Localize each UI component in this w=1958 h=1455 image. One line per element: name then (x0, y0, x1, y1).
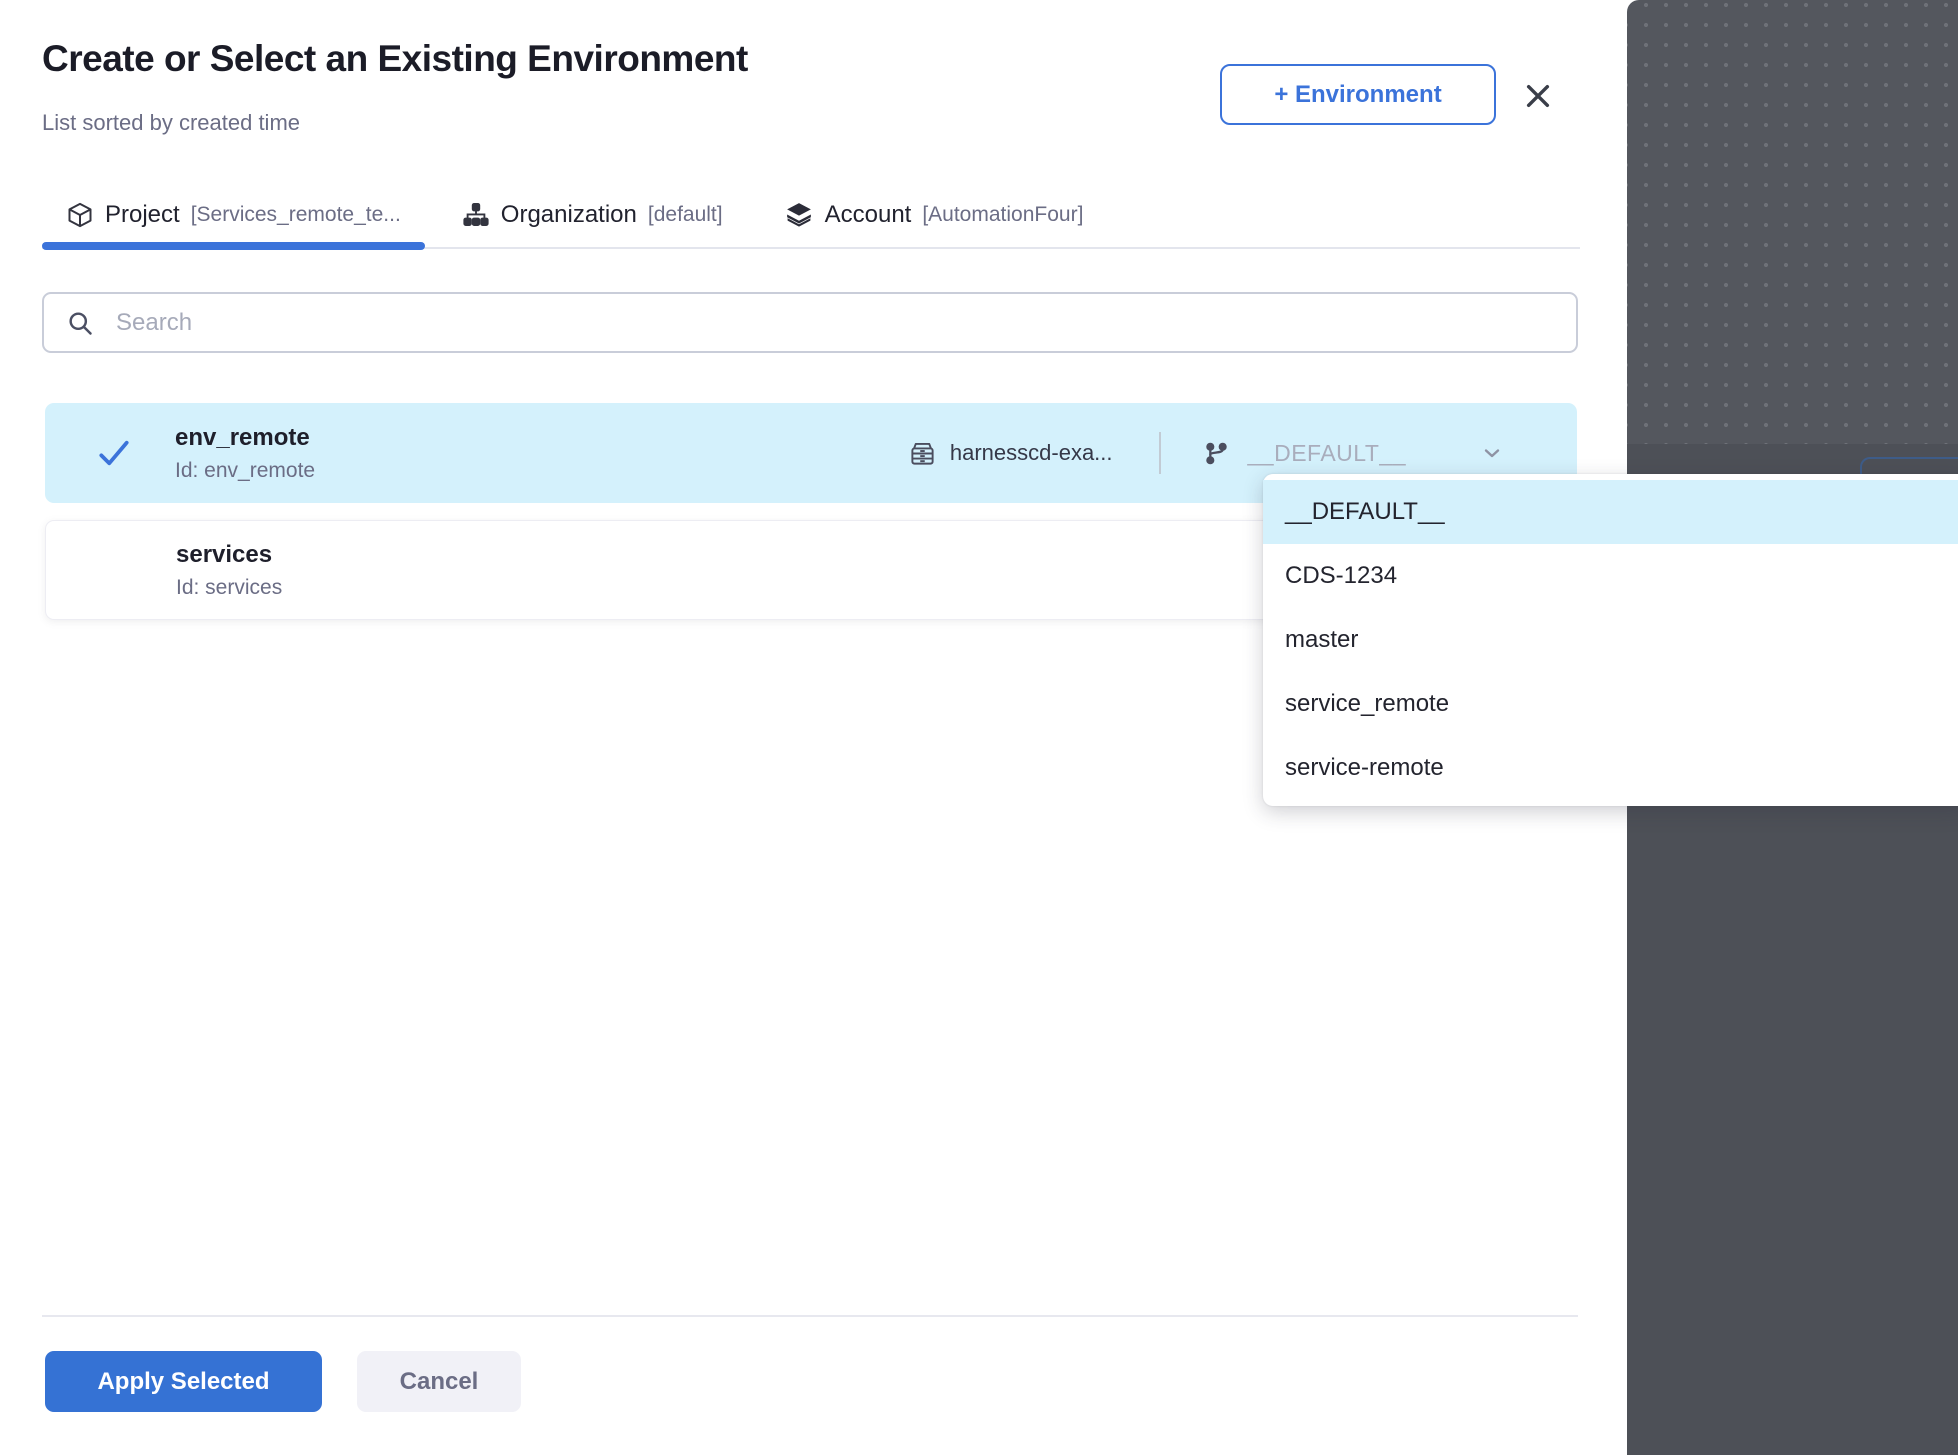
close-icon (1522, 80, 1554, 112)
screen: Sav Create or Select an Existing Environ… (0, 0, 1958, 1455)
tab-project-label: Project (105, 201, 180, 229)
tab-account-label: Account (825, 201, 912, 229)
chevron-down-icon (1480, 441, 1504, 465)
branch-dropdown-menu: __DEFAULT__ CDS-1234 master service_remo… (1263, 474, 1958, 806)
git-branch-icon (1203, 440, 1230, 467)
canvas-dot-grid (1627, 0, 1958, 444)
tab-organization-label: Organization (501, 201, 637, 229)
modal-title: Create or Select an Existing Environment (42, 38, 748, 80)
environment-name: services (176, 541, 282, 569)
cancel-button[interactable]: Cancel (357, 1351, 521, 1412)
org-chart-icon (462, 201, 490, 229)
search-input[interactable] (114, 308, 1558, 338)
tab-organization[interactable]: Organization [default] (438, 183, 747, 247)
branch-option-default[interactable]: __DEFAULT__ (1263, 480, 1958, 544)
repo-info: harnesscd-exa... (909, 440, 1113, 467)
environment-id: Id: env_remote (175, 459, 315, 483)
search-icon (66, 309, 94, 337)
scope-tabs: Project [Services_remote_te... Organizat… (42, 183, 1580, 249)
environment-id: Id: services (176, 576, 282, 600)
divider (1159, 432, 1161, 474)
repo-name: harnesscd-exa... (950, 440, 1113, 466)
layers-icon (784, 200, 814, 230)
tab-account[interactable]: Account [AutomationFour] (760, 183, 1108, 247)
branch-option-service-remote-underscore[interactable]: service_remote (1263, 672, 1958, 736)
close-button[interactable] (1520, 78, 1556, 114)
tab-project-scope: [Services_remote_te... (191, 203, 401, 227)
tab-organization-scope: [default] (648, 203, 723, 227)
modal-subtitle: List sorted by created time (42, 110, 300, 136)
tab-account-scope: [AutomationFour] (922, 203, 1083, 227)
branch-option-cds-1234[interactable]: CDS-1234 (1263, 544, 1958, 608)
search-box (42, 292, 1578, 353)
footer-divider (42, 1315, 1578, 1317)
new-environment-button[interactable]: + Environment (1220, 64, 1496, 125)
checkmark-icon (95, 434, 133, 472)
apply-selected-button[interactable]: Apply Selected (45, 1351, 322, 1412)
tab-project[interactable]: Project [Services_remote_te... (42, 183, 425, 247)
branch-selector[interactable]: __DEFAULT__ (1203, 440, 1504, 467)
branch-selected-value: __DEFAULT__ (1248, 440, 1406, 467)
environment-name: env_remote (175, 424, 315, 452)
cube-icon (66, 201, 94, 229)
branch-option-master[interactable]: master (1263, 608, 1958, 672)
repository-icon (909, 440, 936, 467)
branch-option-service-remote-dash[interactable]: service-remote (1263, 736, 1958, 800)
